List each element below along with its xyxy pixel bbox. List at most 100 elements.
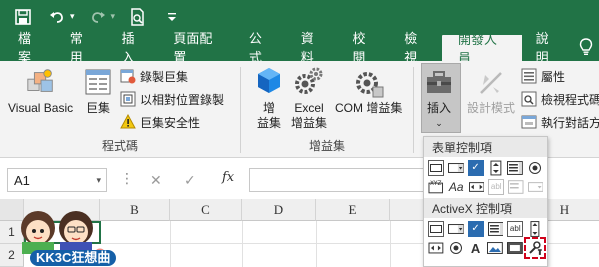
excel-addins-button[interactable]: Excel 增益集: [291, 65, 327, 131]
excel-addins-label-line2: 增益集: [291, 116, 328, 130]
redo-icon: [87, 6, 109, 28]
activex-list-box-icon[interactable]: [487, 221, 504, 237]
properties-label: 屬性: [541, 69, 566, 84]
print-preview-icon[interactable]: [127, 6, 149, 28]
addins-icon: [253, 65, 285, 99]
activex-controls-row-1: ✓ abl: [424, 218, 547, 237]
visual-basic-button[interactable]: Visual Basic: [8, 65, 73, 116]
design-mode-icon: [475, 65, 507, 99]
macro-security-button[interactable]: 巨集安全性: [120, 112, 200, 132]
visual-basic-icon: [25, 65, 57, 99]
grid-line: [316, 221, 317, 267]
macros-button[interactable]: 巨集: [82, 65, 114, 116]
insert-dropdown-icon: ⌄: [435, 118, 443, 128]
insert-control-label: 插入: [426, 101, 451, 115]
com-gear-icon: [353, 65, 385, 99]
customize-icon[interactable]: [161, 6, 183, 28]
activex-text-box-icon[interactable]: abl: [507, 221, 524, 237]
activex-checkbox-icon[interactable]: ✓: [467, 221, 484, 237]
enter-icon[interactable]: ✓: [184, 172, 196, 189]
insert-control-button[interactable]: 插入 ⌄: [423, 65, 455, 131]
com-addins-button[interactable]: COM 增益集: [335, 65, 402, 116]
tab-developer[interactable]: 開發人員: [442, 32, 522, 66]
code-group-label: 程式碼: [101, 139, 138, 153]
tab-formulas[interactable]: 公式: [235, 31, 287, 65]
grid-line: [242, 221, 243, 267]
name-box-dropdown-icon[interactable]: ▾: [96, 175, 101, 186]
grid-line: [170, 221, 171, 267]
checkbox-control-icon[interactable]: ✓: [467, 160, 484, 176]
macros-icon: [82, 65, 114, 99]
column-header-e[interactable]: E: [316, 199, 390, 221]
spin-button-control-icon[interactable]: [487, 160, 504, 176]
ribbon-tabs: 檔案 常用 插入 頁面配置 公式 資料 校閱 檢視 開發人員 說明: [0, 31, 599, 66]
activex-command-button-icon[interactable]: [428, 221, 444, 237]
insert-function-icon[interactable]: fx: [222, 170, 234, 185]
tab-help[interactable]: 說明: [522, 31, 574, 65]
activex-combo-box-icon[interactable]: [447, 221, 464, 237]
relative-reference-icon: [120, 91, 136, 107]
insert-controls-gallery: 表單控制項 ✓ XYZ Aa abl ActiveX 控制項 ✓ abl A: [423, 136, 548, 267]
warning-icon: [120, 114, 136, 130]
activex-controls-row-2: A: [424, 237, 547, 259]
addins-button[interactable]: 增 益集: [253, 65, 285, 131]
lightbulb-icon[interactable]: [573, 33, 599, 61]
code-group: Visual Basic 巨集 錄製巨集 以相對位置錄製 巨集安全性 程式碼: [0, 61, 240, 158]
tab-page-layout[interactable]: 頁面配置: [159, 31, 235, 65]
tab-data[interactable]: 資料: [287, 31, 339, 65]
activex-controls-header: ActiveX 控制項: [424, 198, 547, 218]
addins-group-label: 增益集: [308, 139, 345, 153]
save-icon[interactable]: [12, 6, 34, 28]
group-box-control-icon[interactable]: XYZ: [428, 179, 444, 195]
record-macro-button[interactable]: 錄製巨集: [120, 66, 188, 86]
com-addins-label: COM 增益集: [335, 101, 403, 115]
name-box[interactable]: A1 ▾: [7, 168, 107, 192]
properties-icon: [521, 68, 537, 84]
formula-bar-grip-icon: ⋮: [120, 170, 134, 186]
scroll-bar-control-icon[interactable]: [468, 179, 485, 195]
text-field-control-icon-disabled: abl: [488, 179, 504, 195]
button-control-icon[interactable]: [428, 160, 444, 176]
tab-home[interactable]: 常用: [56, 31, 108, 65]
activex-scroll-bar-icon[interactable]: [527, 221, 544, 237]
tab-file[interactable]: 檔案: [0, 31, 56, 65]
macros-label: 巨集: [85, 101, 110, 115]
combo-box-control-icon[interactable]: [447, 160, 464, 176]
form-controls-header: 表單控制項: [424, 137, 547, 157]
kk3c-watermark-text: KK3C狂想曲: [30, 250, 117, 266]
grid-line: [390, 221, 391, 267]
undo-dropdown-icon[interactable]: ▾: [70, 11, 75, 22]
record-macro-icon: [120, 68, 136, 84]
addins-label-line2: 益集: [256, 116, 281, 130]
tab-insert[interactable]: 插入: [108, 31, 160, 65]
undo-icon[interactable]: [46, 6, 68, 28]
group-separator: [413, 67, 414, 153]
activex-label-icon[interactable]: A: [467, 240, 484, 256]
formula-input[interactable]: [249, 168, 429, 192]
activex-image-icon[interactable]: [487, 240, 504, 256]
column-header-c[interactable]: C: [170, 199, 242, 221]
run-dialog-icon: [521, 114, 537, 130]
cancel-icon[interactable]: ✕: [150, 172, 162, 189]
activex-option-button-icon[interactable]: [447, 240, 464, 256]
activex-spin-button-icon[interactable]: [428, 240, 444, 256]
tab-view[interactable]: 檢視: [390, 31, 442, 65]
excel-addins-label-line1: Excel: [294, 101, 324, 115]
column-header-d[interactable]: D: [242, 199, 316, 221]
run-dialog-label: 執行對話方: [541, 115, 599, 130]
form-controls-row-2: XYZ Aa abl: [424, 176, 547, 195]
visual-basic-label: Visual Basic: [8, 101, 74, 115]
tab-review[interactable]: 校閱: [338, 31, 390, 65]
svg-text:XYZ: XYZ: [430, 181, 442, 187]
relative-reference-button[interactable]: 以相對位置錄製: [120, 89, 224, 109]
view-code-button[interactable]: 檢視程式碼: [521, 89, 599, 109]
activex-toggle-button-icon[interactable]: [507, 240, 524, 256]
design-mode-label: 設計模式: [467, 101, 516, 115]
properties-button[interactable]: 屬性: [521, 66, 565, 86]
combo-dropdown-edit-control-icon-disabled: [527, 179, 543, 195]
more-controls-icon[interactable]: [524, 237, 546, 259]
run-dialog-button[interactable]: 執行對話方: [521, 112, 599, 132]
label-control-icon[interactable]: Aa: [447, 179, 465, 195]
option-button-control-icon[interactable]: [527, 160, 543, 176]
list-box-control-icon[interactable]: [507, 160, 524, 176]
